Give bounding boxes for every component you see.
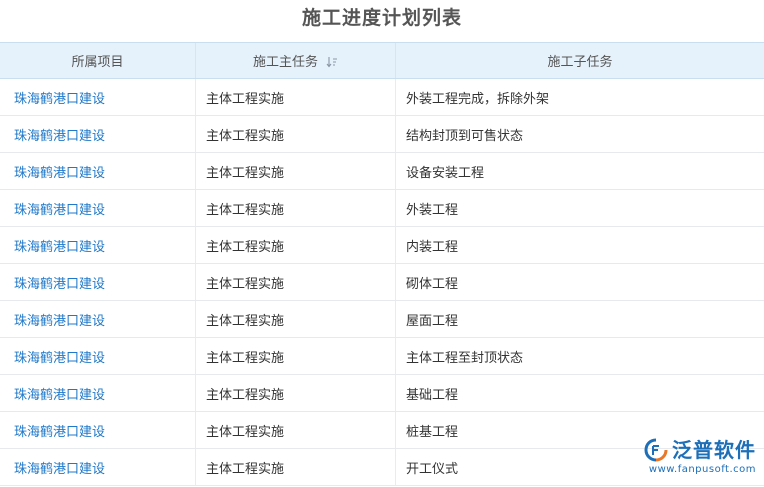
project-link[interactable]: 珠海鹤港口建设 (14, 199, 105, 218)
cell-project: 珠海鹤港口建设 (0, 338, 196, 374)
table-row[interactable]: 珠海鹤港口建设 主体工程实施 外装工程 (0, 190, 764, 227)
sort-icon[interactable] (326, 56, 338, 68)
table-body: 珠海鹤港口建设 主体工程实施 外装工程完成，拆除外架 珠海鹤港口建设 主体工程实施 结构封… (0, 79, 764, 486)
cell-main-task: 主体工程实施 (196, 338, 396, 374)
table-row[interactable]: 珠海鹤港口建设 主体工程实施 内装工程 (0, 227, 764, 264)
cell-sub-task: 主体工程至封顶状态 (406, 350, 524, 366)
project-link[interactable]: 珠海鹤港口建设 (14, 88, 105, 107)
column-header-sub-task[interactable]: 施工子任务 (396, 43, 764, 78)
column-header-main-task[interactable]: 施工主任务 (196, 43, 396, 78)
cell-main-task: 主体工程实施 (196, 264, 396, 300)
project-link[interactable]: 珠海鹤港口建设 (14, 421, 105, 440)
cell-project: 珠海鹤港口建设 (0, 116, 196, 152)
cell-main-task: 主体工程实施 (196, 449, 396, 485)
cell-sub-task: 砌体工程 (406, 276, 459, 292)
cell-project: 珠海鹤港口建设 (0, 449, 196, 485)
project-link[interactable]: 珠海鹤港口建设 (14, 384, 105, 403)
table-row[interactable]: 珠海鹤港口建设 主体工程实施 砌体工程 (0, 264, 764, 301)
cell-project: 珠海鹤港口建设 (0, 375, 196, 411)
cell-sub-task: 基础工程 (406, 387, 459, 403)
cell-project: 珠海鹤港口建设 (0, 264, 196, 300)
cell-sub-task: 结构封顶到可售状态 (406, 128, 524, 144)
table-row[interactable]: 珠海鹤港口建设 主体工程实施 屋面工程 (0, 301, 764, 338)
cell-sub-task: 开工仪式 (406, 461, 459, 477)
cell-main-task: 主体工程实施 (196, 301, 396, 337)
project-link[interactable]: 珠海鹤港口建设 (14, 125, 105, 144)
project-link[interactable]: 珠海鹤港口建设 (14, 347, 105, 366)
cell-main-task: 主体工程实施 (196, 153, 396, 189)
cell-project: 珠海鹤港口建设 (0, 412, 196, 448)
cell-project: 珠海鹤港口建设 (0, 153, 196, 189)
cell-sub-task: 内装工程 (406, 239, 459, 255)
cell-main-task: 主体工程实施 (196, 116, 396, 152)
table-row[interactable]: 珠海鹤港口建设 主体工程实施 基础工程 (0, 375, 764, 412)
cell-sub-task: 设备安装工程 (406, 165, 485, 181)
project-link[interactable]: 珠海鹤港口建设 (14, 458, 105, 477)
cell-main-task: 主体工程实施 (196, 227, 396, 263)
cell-main-task: 主体工程实施 (196, 190, 396, 226)
table-row[interactable]: 珠海鹤港口建设 主体工程实施 开工仪式 (0, 449, 764, 486)
cell-project: 珠海鹤港口建设 (0, 227, 196, 263)
project-link[interactable]: 珠海鹤港口建设 (14, 236, 105, 255)
cell-project: 珠海鹤港口建设 (0, 190, 196, 226)
table-row[interactable]: 珠海鹤港口建设 主体工程实施 桩基工程 (0, 412, 764, 449)
page-title: 施工进度计划列表 (301, 7, 462, 29)
project-link[interactable]: 珠海鹤港口建设 (14, 310, 105, 329)
cell-project: 珠海鹤港口建设 (0, 79, 196, 115)
cell-sub-task: 外装工程 (406, 202, 459, 218)
project-link[interactable]: 珠海鹤港口建设 (14, 162, 105, 181)
cell-sub-task: 屋面工程 (406, 313, 459, 329)
column-header-project[interactable]: 所属项目 (0, 43, 196, 78)
cell-sub-task: 外装工程完成，拆除外架 (406, 91, 550, 107)
cell-main-task: 主体工程实施 (196, 412, 396, 448)
cell-project: 珠海鹤港口建设 (0, 301, 196, 337)
table-row[interactable]: 珠海鹤港口建设 主体工程实施 外装工程完成，拆除外架 (0, 79, 764, 116)
table-row[interactable]: 珠海鹤港口建设 主体工程实施 结构封顶到可售状态 (0, 116, 764, 153)
task-table: 所属项目 施工主任务 施工子任务 珠海鹤港口建设 主体工程实施 外装工程完成，拆除外… (0, 42, 764, 486)
table-row[interactable]: 珠海鹤港口建设 主体工程实施 设备安装工程 (0, 153, 764, 190)
cell-main-task: 主体工程实施 (196, 79, 396, 115)
table-header: 所属项目 施工主任务 施工子任务 (0, 42, 764, 79)
project-link[interactable]: 珠海鹤港口建设 (14, 273, 105, 292)
cell-main-task: 主体工程实施 (196, 375, 396, 411)
table-row[interactable]: 珠海鹤港口建设 主体工程实施 主体工程至封顶状态 (0, 338, 764, 375)
cell-sub-task: 桩基工程 (406, 424, 459, 440)
